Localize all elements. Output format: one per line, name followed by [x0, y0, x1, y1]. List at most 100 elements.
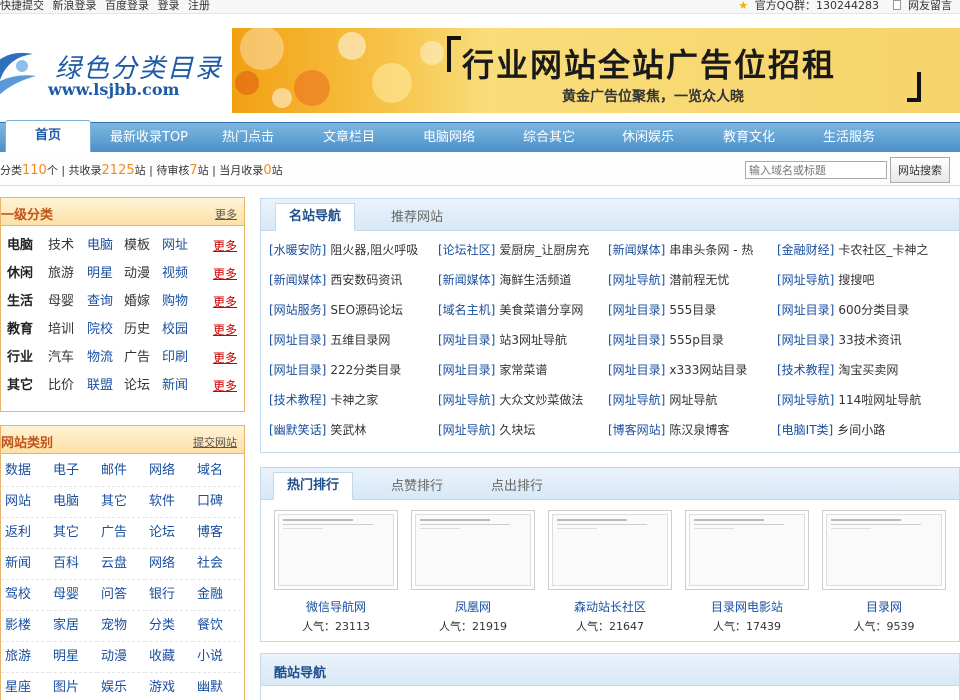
tab-recommended[interactable]: 推荐网站 [391, 205, 443, 231]
site-thumbnail[interactable] [822, 510, 946, 590]
site-type-link[interactable]: 家居 [49, 611, 97, 642]
site-type-link[interactable]: 问答 [97, 580, 145, 611]
site-name-link[interactable]: 600分类目录 [838, 303, 909, 317]
sina-login-link[interactable]: 新浪登录 [53, 0, 97, 12]
category-sub-link[interactable]: 购物 [162, 288, 188, 316]
category-sub-link[interactable]: 历史 [124, 316, 150, 344]
category-sub-link[interactable]: 旅游 [48, 260, 74, 288]
site-type-link[interactable]: 其它 [49, 518, 97, 549]
site-category-link[interactable]: [网址目录] [438, 333, 495, 347]
site-type-link[interactable]: 百科 [49, 549, 97, 580]
site-name-link[interactable]: 搜搜吧 [838, 273, 874, 287]
category-sub-link[interactable]: 查询 [87, 288, 113, 316]
site-name-link[interactable]: 阻火器,阻火呼吸 [330, 243, 418, 257]
site-category-link[interactable]: [技术教程] [269, 393, 326, 407]
site-category-link[interactable]: [网址导航] [438, 423, 495, 437]
search-button[interactable]: 网站搜索 [890, 157, 950, 183]
site-type-link[interactable]: 返利 [1, 518, 49, 549]
category-main-link[interactable]: 电脑 [7, 232, 33, 260]
site-type-link[interactable]: 小说 [193, 642, 241, 673]
site-category-link[interactable]: [网址导航] [608, 393, 665, 407]
site-logo[interactable]: 绿色分类目录 www.lsjbb.com [0, 28, 225, 108]
category-sub-link[interactable]: 电脑 [87, 232, 113, 260]
site-type-link[interactable]: 社会 [193, 549, 241, 580]
site-type-link[interactable]: 驾校 [1, 580, 49, 611]
row-more-link[interactable]: 更多 [213, 232, 237, 260]
hot-site-card[interactable]: 凤凰网 人气：21919 [411, 510, 535, 634]
hot-site-name[interactable]: 目录网电影站 [685, 598, 809, 615]
tab-famous[interactable]: 名站导航 [275, 203, 356, 231]
site-type-link[interactable]: 星座 [1, 673, 49, 700]
site-category-link[interactable]: [技术教程] [777, 363, 834, 377]
row-more-link[interactable]: 更多 [213, 344, 237, 372]
site-name-link[interactable]: 美食菜谱分享网 [499, 303, 583, 317]
login-link[interactable]: 登录 [158, 0, 180, 12]
site-type-link[interactable]: 电子 [49, 456, 97, 487]
site-type-link[interactable]: 动漫 [97, 642, 145, 673]
site-category-link[interactable]: [网址目录] [608, 333, 665, 347]
category-main-link[interactable]: 生活 [7, 288, 33, 316]
site-category-link[interactable]: [网址导航] [777, 393, 834, 407]
site-name-link[interactable]: 卡神之家 [330, 393, 378, 407]
site-type-link[interactable]: 网络 [145, 549, 193, 580]
hot-site-card[interactable]: 森动站长社区 人气：21647 [548, 510, 672, 634]
nav-leisure[interactable]: 休闲娱乐 [622, 123, 674, 153]
row-more-link[interactable]: 更多 [213, 288, 237, 316]
nav-hot[interactable]: 热门点击 [222, 123, 274, 153]
site-type-link[interactable]: 其它 [97, 487, 145, 518]
site-type-link[interactable]: 图片 [49, 673, 97, 700]
nav-latest[interactable]: 最新收录TOP [110, 123, 188, 153]
hot-site-card[interactable]: 目录网电影站 人气：17439 [685, 510, 809, 634]
nav-life[interactable]: 生活服务 [823, 123, 875, 153]
site-type-link[interactable]: 博客 [193, 518, 241, 549]
nav-other[interactable]: 综合其它 [523, 123, 575, 153]
site-name-link[interactable]: 555目录 [669, 303, 716, 317]
site-category-link[interactable]: [网址导航] [777, 273, 834, 287]
site-type-link[interactable]: 影楼 [1, 611, 49, 642]
site-category-link[interactable]: [新闻媒体] [608, 243, 665, 257]
category-main-link[interactable]: 教育 [7, 316, 33, 344]
hot-site-card[interactable]: 微信导航网 人气：23113 [274, 510, 398, 634]
site-category-link[interactable]: [网址目录] [608, 363, 665, 377]
site-type-link[interactable]: 幽默 [193, 673, 241, 700]
site-type-link[interactable]: 旅游 [1, 642, 49, 673]
site-name-link[interactable]: 乡间小路 [837, 423, 885, 437]
site-name-link[interactable]: 久块坛 [499, 423, 535, 437]
row-more-link[interactable]: 更多 [213, 260, 237, 288]
site-category-link[interactable]: [论坛社区] [438, 243, 495, 257]
nav-articles[interactable]: 文章栏目 [323, 123, 375, 153]
site-category-link[interactable]: [水暖安防] [269, 243, 326, 257]
category-sub-link[interactable]: 网址 [162, 232, 188, 260]
qq-group-link[interactable]: 官方QQ群：130244283 [755, 0, 879, 12]
site-name-link[interactable]: 爱厨房_让厨房充 [499, 243, 589, 257]
site-name-link[interactable]: 33技术资讯 [838, 333, 901, 347]
site-category-link[interactable]: [网址目录] [269, 333, 326, 347]
guestbook-link[interactable]: 网友留言 [908, 0, 952, 12]
category-main-link[interactable]: 其它 [7, 372, 33, 400]
category-sub-link[interactable]: 论坛 [124, 372, 150, 400]
more-link[interactable]: 更多 [215, 206, 237, 222]
category-sub-link[interactable]: 广告 [124, 344, 150, 372]
site-type-link[interactable]: 餐饮 [193, 611, 241, 642]
nav-computer[interactable]: 电脑网络 [423, 123, 475, 153]
site-category-link[interactable]: [网址目录] [608, 303, 665, 317]
site-type-link[interactable]: 分类 [145, 611, 193, 642]
category-sub-link[interactable]: 联盟 [87, 372, 113, 400]
site-type-link[interactable]: 金融 [193, 580, 241, 611]
site-type-link[interactable]: 明星 [49, 642, 97, 673]
site-category-link[interactable]: [网址目录] [777, 303, 834, 317]
site-category-link[interactable]: [博客网站] [608, 423, 665, 437]
site-category-link[interactable]: [新闻媒体] [269, 273, 326, 287]
site-category-link[interactable]: [网址目录] [777, 333, 834, 347]
category-main-link[interactable]: 休闲 [7, 260, 33, 288]
category-sub-link[interactable]: 物流 [87, 344, 113, 372]
category-main-link[interactable]: 行业 [7, 344, 33, 372]
baidu-login-link[interactable]: 百度登录 [105, 0, 149, 12]
tab-hot[interactable]: 热门排行 [273, 472, 354, 500]
site-category-link[interactable]: [网址目录] [269, 363, 326, 377]
submit-site-link[interactable]: 提交网站 [193, 434, 237, 450]
site-type-link[interactable]: 广告 [97, 518, 145, 549]
site-category-link[interactable]: [网址目录] [438, 363, 495, 377]
site-name-link[interactable]: 555p目录 [669, 333, 724, 347]
site-name-link[interactable]: x333网站目录 [669, 363, 747, 377]
